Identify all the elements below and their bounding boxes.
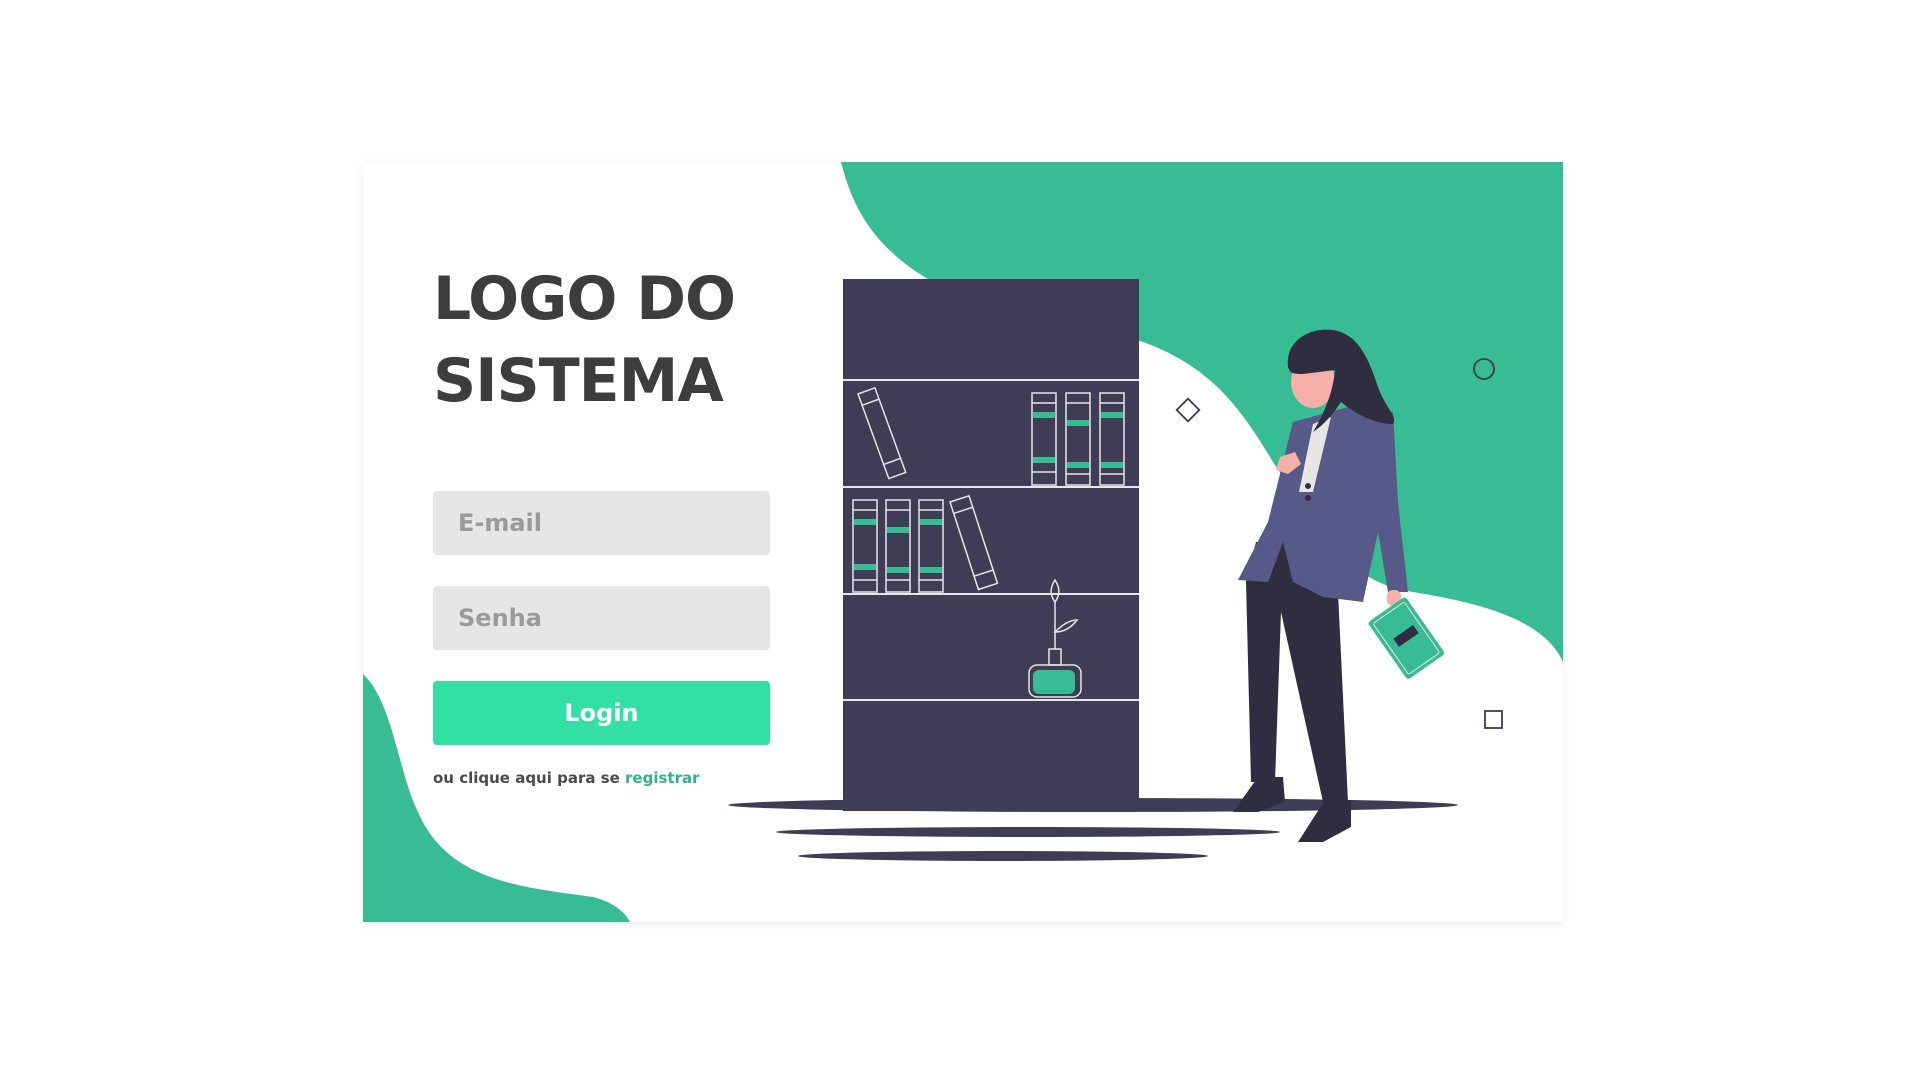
circle-shape <box>1473 358 1495 380</box>
bookshelf <box>843 279 1139 811</box>
password-input[interactable] <box>433 586 770 650</box>
register-link[interactable]: registrar <box>625 769 699 787</box>
square-shape <box>1484 710 1503 729</box>
register-line: ou clique aqui para se registrar <box>433 769 770 787</box>
green-book <box>1368 597 1445 679</box>
logo-title: LOGO DO SISTEMA <box>433 264 736 416</box>
register-prompt: ou clique aqui para se <box>433 769 620 787</box>
floor-shadow <box>798 851 1208 861</box>
email-input[interactable] <box>433 491 770 555</box>
login-card: LOGO DO SISTEMA Login ou clique aqui par… <box>363 162 1563 922</box>
login-panel: LOGO DO SISTEMA Login ou clique aqui par… <box>433 258 770 787</box>
woman-figure <box>1233 329 1445 842</box>
login-button[interactable]: Login <box>433 681 770 745</box>
diamond-shape <box>1175 397 1201 423</box>
floor-shadow <box>776 827 1280 837</box>
